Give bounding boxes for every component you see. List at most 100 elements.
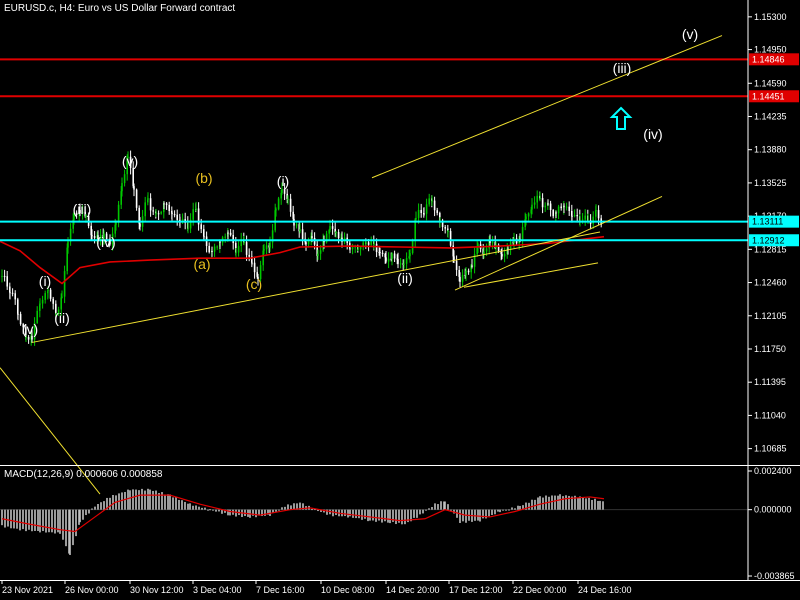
candle-body (485, 248, 488, 252)
macd-bar (364, 509, 366, 519)
chart-window[interactable]: (v) (i) (ii) (iii) (iv) (v) (a) (b) (c) (i) (ii) (i… (0, 0, 800, 600)
macd-bar (494, 509, 496, 515)
macd-bar (7, 509, 9, 527)
candle-body (455, 260, 458, 270)
candle-body (541, 198, 544, 208)
macd-bar (144, 490, 146, 510)
macd-bar (428, 508, 430, 510)
wave-label: (i) (39, 273, 51, 289)
macd-bar (440, 501, 442, 510)
macd-bar (31, 509, 33, 532)
candle-body (423, 213, 425, 215)
macd-bar (164, 494, 166, 510)
price-level-tag-label: 1.14451 (752, 91, 785, 101)
candle-body (571, 215, 573, 217)
macd-bar (141, 488, 143, 510)
candle-body (367, 242, 370, 245)
macd-bar (517, 505, 519, 510)
candle-body (397, 258, 399, 264)
candle-body (385, 257, 387, 262)
wave-label: (b) (195, 170, 212, 186)
candle-body (49, 289, 52, 299)
candle-body (399, 263, 402, 265)
y-tick-label: 1.14950 (754, 45, 787, 55)
macd-bar (395, 509, 397, 525)
candle-body (597, 210, 600, 219)
macd-bar (13, 509, 15, 529)
candle-body (176, 214, 178, 220)
candle-body (428, 198, 430, 205)
candle-body (237, 246, 240, 253)
macd-bar (34, 509, 36, 531)
price-level-tag-label: 1.13111 (752, 217, 783, 227)
x-tick-label: 17 Dec 12:00 (449, 585, 503, 595)
candle-body (415, 217, 417, 220)
candle-body (9, 292, 11, 294)
macd-bar (127, 489, 129, 510)
macd-bar (579, 496, 581, 510)
macd-bar (201, 507, 203, 510)
candle-body (521, 226, 524, 242)
macd-bar (352, 509, 354, 518)
x-tick-label: 26 Nov 00:00 (65, 585, 119, 595)
wave-label: (v) (122, 153, 138, 169)
macd-bar (79, 509, 81, 523)
candle-body (63, 271, 66, 297)
candle-body (459, 276, 461, 282)
macd-bar (599, 500, 601, 510)
macd-bar (181, 500, 183, 510)
candle-body (501, 254, 503, 257)
macd-bar (25, 509, 27, 532)
macd-bar (413, 509, 415, 518)
macd-bar (497, 509, 499, 512)
candle-body (192, 209, 194, 220)
wave-label: (a) (193, 256, 210, 272)
wave-label: (i) (277, 173, 289, 189)
macd-bar (235, 509, 237, 517)
price-chart[interactable]: (v) (i) (ii) (iii) (iv) (v) (a) (b) (c) (i) (ii) (i… (0, 0, 800, 600)
candle-body (436, 210, 438, 213)
wave-label: (v) (22, 321, 38, 337)
candle-body (370, 241, 372, 245)
macd-bar (209, 509, 211, 511)
candle-body (365, 242, 367, 244)
macd-bar (422, 509, 424, 514)
candle-body (420, 209, 422, 214)
macd-bar (537, 497, 539, 510)
macd-bar (425, 509, 427, 511)
macd-bar (218, 509, 220, 512)
macd-bar (103, 501, 105, 510)
candle-body (160, 212, 162, 214)
candle-body (329, 226, 331, 230)
candle-body (149, 198, 152, 211)
candle-body (211, 250, 213, 252)
candle-body (133, 186, 135, 190)
macd-bar (559, 494, 561, 510)
candle-body (335, 231, 337, 233)
macd-bar (502, 509, 504, 511)
candle-body (357, 249, 359, 251)
candle-body (253, 262, 256, 273)
macd-bar (565, 495, 567, 510)
macd-bar (344, 509, 346, 517)
candle-body (592, 216, 594, 224)
candle-body (25, 337, 27, 339)
macd-bar (192, 505, 194, 510)
candle-body (301, 229, 304, 239)
y-tick-label: 1.15300 (754, 12, 787, 22)
candle-body (295, 224, 298, 226)
macd-bar (4, 509, 6, 528)
candle-body (568, 206, 570, 211)
macd-bar (404, 509, 406, 525)
x-tick-label: 30 Nov 12:00 (130, 585, 184, 595)
candle-body (123, 174, 126, 184)
macd-bar (172, 497, 174, 510)
macd-bar (594, 498, 596, 510)
macd-bar (332, 509, 334, 517)
candle-body (581, 219, 584, 221)
macd-bar (588, 497, 590, 510)
candle-body (200, 224, 202, 230)
macd-bar (531, 499, 533, 510)
macd-bar (65, 509, 67, 547)
candle-body (232, 234, 234, 244)
